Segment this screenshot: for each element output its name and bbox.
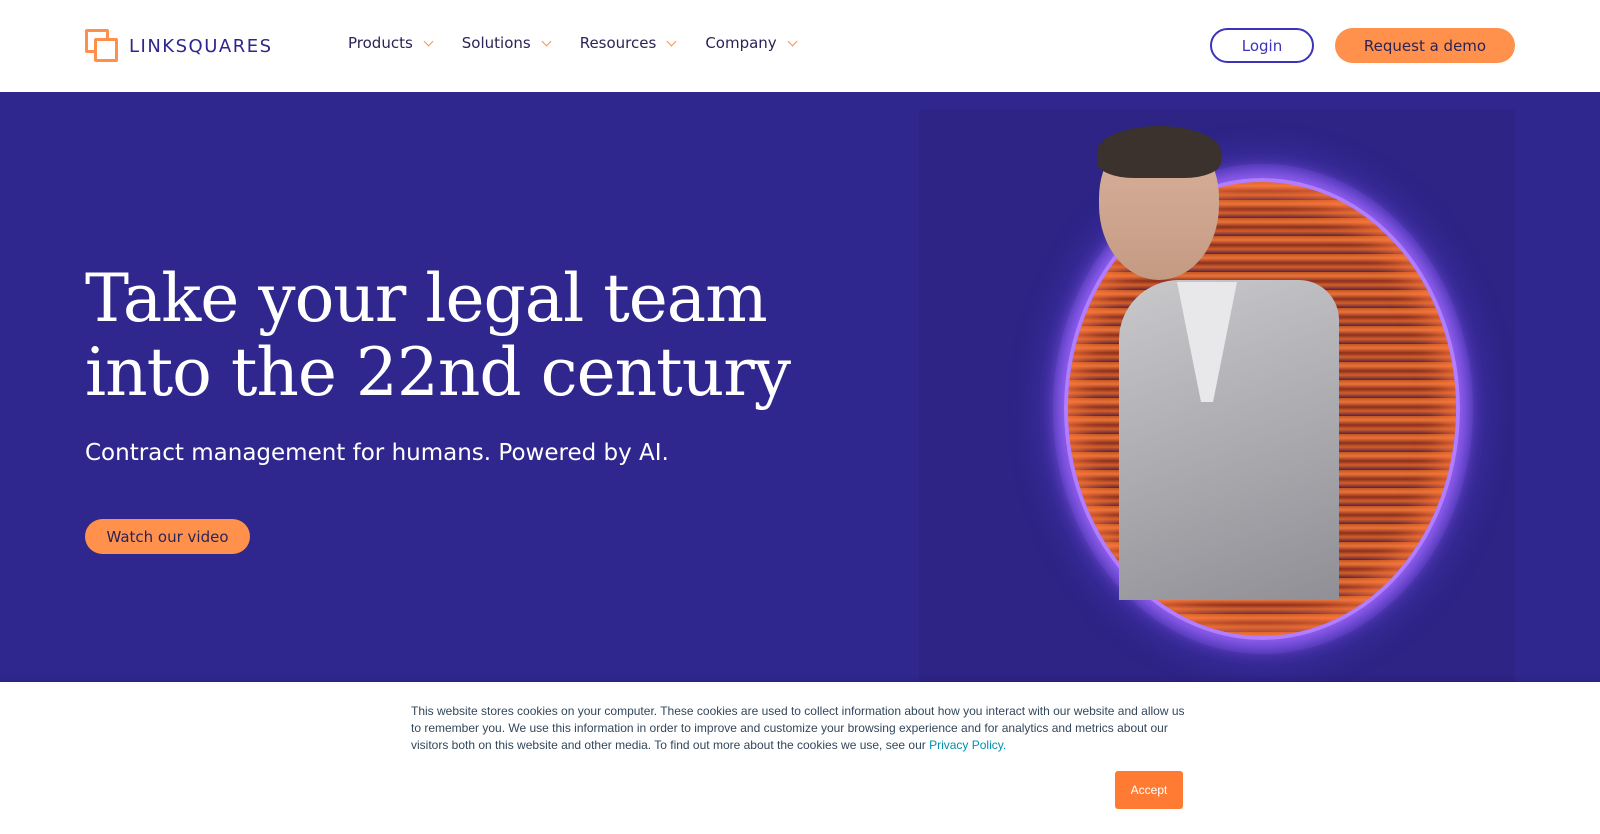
request-demo-button[interactable]: Request a demo bbox=[1335, 28, 1515, 63]
nav-resources[interactable]: Resources bbox=[579, 34, 677, 52]
hero-headline-line-1: Take your legal team bbox=[85, 260, 768, 337]
hero-headline-line-2: into the 22nd century bbox=[85, 334, 791, 411]
privacy-policy-link[interactable]: Privacy Policy. bbox=[929, 738, 1006, 752]
hero-section: Take your legal team into the 22nd centu… bbox=[0, 92, 1600, 682]
site-header: LINKSQUARES Products Solutions Resources… bbox=[0, 0, 1600, 92]
cookie-banner: This website stores cookies on your comp… bbox=[0, 682, 1600, 834]
nav-company-label: Company bbox=[705, 34, 777, 52]
cookie-message: This website stores cookies on your comp… bbox=[411, 704, 1185, 752]
chevron-down-icon bbox=[541, 36, 552, 46]
nav-resources-label: Resources bbox=[579, 34, 657, 52]
hero-image bbox=[919, 110, 1515, 682]
nav-solutions-label: Solutions bbox=[461, 34, 531, 52]
cookie-text: This website stores cookies on your comp… bbox=[411, 703, 1191, 754]
hero-subheadline: Contract management for humans. Powered … bbox=[85, 440, 669, 466]
main-nav: Products Solutions Resources Company bbox=[348, 34, 798, 52]
chevron-down-icon bbox=[787, 36, 798, 46]
watch-video-button[interactable]: Watch our video bbox=[85, 519, 250, 554]
nav-company[interactable]: Company bbox=[705, 34, 798, 52]
logo-wordmark: LINKSQUARES bbox=[129, 35, 273, 57]
nav-products[interactable]: Products bbox=[348, 34, 434, 52]
logo-mark-icon bbox=[85, 29, 119, 63]
chevron-down-icon bbox=[666, 36, 677, 46]
linksquares-logo[interactable]: LINKSQUARES bbox=[85, 29, 273, 63]
hero-headline: Take your legal team into the 22nd centu… bbox=[85, 262, 805, 410]
nav-products-label: Products bbox=[348, 34, 413, 52]
login-button[interactable]: Login bbox=[1210, 28, 1314, 63]
chevron-down-icon bbox=[423, 36, 434, 46]
person-illustration bbox=[1069, 126, 1339, 600]
nav-solutions[interactable]: Solutions bbox=[461, 34, 552, 52]
accept-cookies-button[interactable]: Accept bbox=[1115, 771, 1183, 809]
